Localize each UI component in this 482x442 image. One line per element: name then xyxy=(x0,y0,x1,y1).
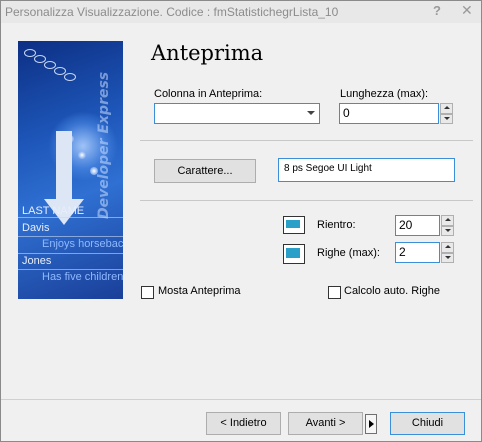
brand-watermark: Developer Express xyxy=(96,71,112,219)
indent-icon xyxy=(283,216,305,234)
sample-grid-row: Davis xyxy=(22,222,50,234)
sample-grid-header: LAST NAME xyxy=(22,205,85,217)
preview-column-combo[interactable] xyxy=(154,103,320,124)
spin-up-icon[interactable] xyxy=(441,242,454,253)
spin-down-icon[interactable] xyxy=(441,225,454,236)
close-icon[interactable]: ✕ xyxy=(461,2,473,19)
page-title: Anteprima xyxy=(151,41,264,65)
spin-up-icon[interactable] xyxy=(440,103,453,114)
spin-down-icon[interactable] xyxy=(441,252,454,263)
show-preview-label[interactable]: Mosta Anteprima xyxy=(158,285,241,297)
separator xyxy=(140,200,473,201)
back-button[interactable]: < Indietro xyxy=(206,412,281,435)
spiral-ring-icon xyxy=(64,73,76,81)
sample-grid-preview: Enjoys horseback xyxy=(42,238,123,250)
close-button[interactable]: Chiudi xyxy=(390,412,465,435)
glow-dot xyxy=(78,151,86,159)
max-rows-label: Righe (max): xyxy=(317,247,380,259)
auto-rows-checkbox[interactable] xyxy=(328,286,341,299)
auto-rows-label[interactable]: Calcolo auto. Righe xyxy=(344,285,440,297)
rows-icon xyxy=(283,244,305,264)
spin-down-icon[interactable] xyxy=(440,113,453,124)
spin-up-icon[interactable] xyxy=(441,215,454,226)
preview-column-label: Colonna in Anteprima: xyxy=(154,88,263,100)
max-rows-spinner[interactable] xyxy=(441,242,454,263)
font-display: 8 ps Segoe UI Light xyxy=(278,158,455,182)
chevron-down-icon[interactable] xyxy=(307,111,315,115)
help-button[interactable]: ? xyxy=(433,3,441,18)
arrow-down-icon xyxy=(56,131,72,201)
indent-spinner[interactable] xyxy=(441,215,454,236)
play-icon[interactable] xyxy=(365,414,377,434)
wizard-side-image: Developer Express LAST NAME Davis Enjoys… xyxy=(18,41,123,299)
sample-grid-preview: Has five children xyxy=(42,271,123,283)
sample-grid-row: Jones xyxy=(22,255,52,267)
max-length-label: Lunghezza (max): xyxy=(340,88,429,100)
title-bar: Personalizza Visualizzazione. Codice : f… xyxy=(1,1,481,23)
indent-input[interactable]: 20 xyxy=(395,215,440,236)
show-preview-checkbox[interactable] xyxy=(141,286,154,299)
max-rows-input[interactable]: 2 xyxy=(395,242,440,263)
next-button[interactable]: Avanti > xyxy=(288,412,363,435)
max-length-input[interactable]: 0 xyxy=(339,103,439,124)
indent-label: Rientro: xyxy=(317,219,356,231)
max-length-spinner[interactable] xyxy=(440,103,453,124)
footer-separator xyxy=(1,399,481,400)
window-title: Personalizza Visualizzazione. Codice : f… xyxy=(5,5,339,19)
dialog-window: Personalizza Visualizzazione. Codice : f… xyxy=(0,0,482,442)
font-button[interactable]: Carattere... xyxy=(154,159,256,183)
separator xyxy=(140,140,473,141)
